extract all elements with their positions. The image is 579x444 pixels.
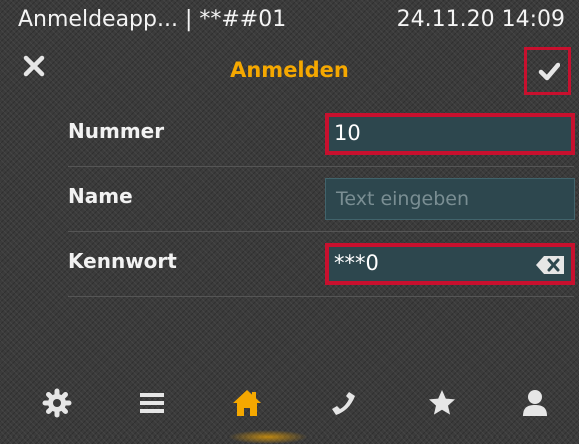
phone-icon <box>332 392 355 415</box>
kennwort-input[interactable]: ***0 <box>325 243 575 285</box>
header-bar: Anmelden <box>0 44 579 100</box>
nummer-label: Nummer <box>68 119 165 143</box>
nav-phone[interactable] <box>314 380 374 432</box>
nummer-input[interactable]: 10 <box>325 113 575 155</box>
nav-settings[interactable] <box>27 380 87 432</box>
page-title: Anmelden <box>230 58 349 82</box>
checkmark-icon <box>538 62 560 81</box>
name-label: Name <box>68 184 133 208</box>
kennwort-value: ***0 <box>334 251 379 275</box>
bottom-nav <box>0 380 579 437</box>
favorites-icon <box>429 390 455 415</box>
form-row-kennwort: Kennwort ***0 <box>68 232 575 297</box>
confirm-button[interactable] <box>524 47 571 95</box>
nav-home[interactable] <box>217 380 277 432</box>
nav-contacts[interactable] <box>505 380 565 432</box>
home-icon <box>233 390 261 416</box>
menu-icon <box>140 393 164 413</box>
nav-favorites[interactable] <box>412 380 472 432</box>
kennwort-label: Kennwort <box>68 249 177 273</box>
backspace-icon <box>536 256 564 274</box>
contacts-icon <box>523 390 547 416</box>
nummer-value: 10 <box>334 121 361 145</box>
date-time: 24.11.20 14:09 <box>396 7 565 32</box>
active-tab-indicator <box>228 430 308 444</box>
backspace-button[interactable] <box>535 255 565 280</box>
nav-menu[interactable] <box>122 380 182 432</box>
form-row-nummer: Nummer 10 <box>68 102 575 167</box>
status-bar: Anmeldeapp... | **##01 24.11.20 14:09 <box>0 0 579 42</box>
name-placeholder: Text eingeben <box>336 188 470 210</box>
app-title: Anmeldeapp... | **##01 <box>18 7 287 32</box>
name-input[interactable]: Text eingeben <box>325 178 575 220</box>
settings-icon <box>42 388 72 418</box>
form-row-name: Name Text eingeben <box>68 167 575 232</box>
